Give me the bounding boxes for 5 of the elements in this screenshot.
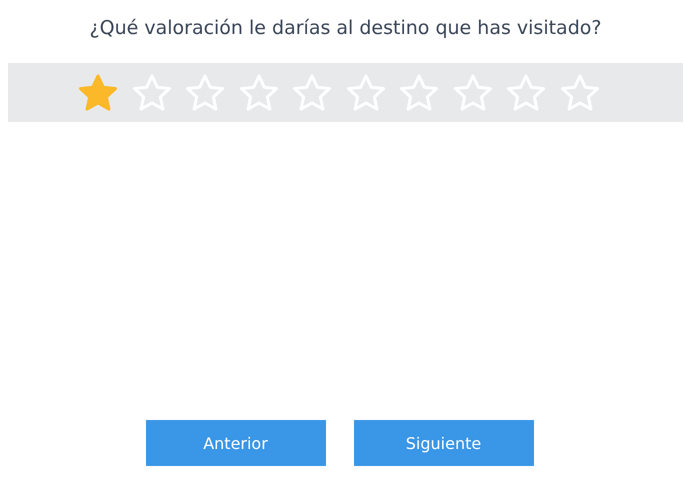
previous-button[interactable]: Anterior — [146, 420, 326, 466]
star-rating[interactable] — [78, 72, 600, 112]
next-button[interactable]: Siguiente — [354, 420, 534, 466]
star-icon[interactable] — [78, 72, 118, 112]
question-title: ¿Qué valoración le darías al destino que has visitado? — [88, 16, 602, 41]
